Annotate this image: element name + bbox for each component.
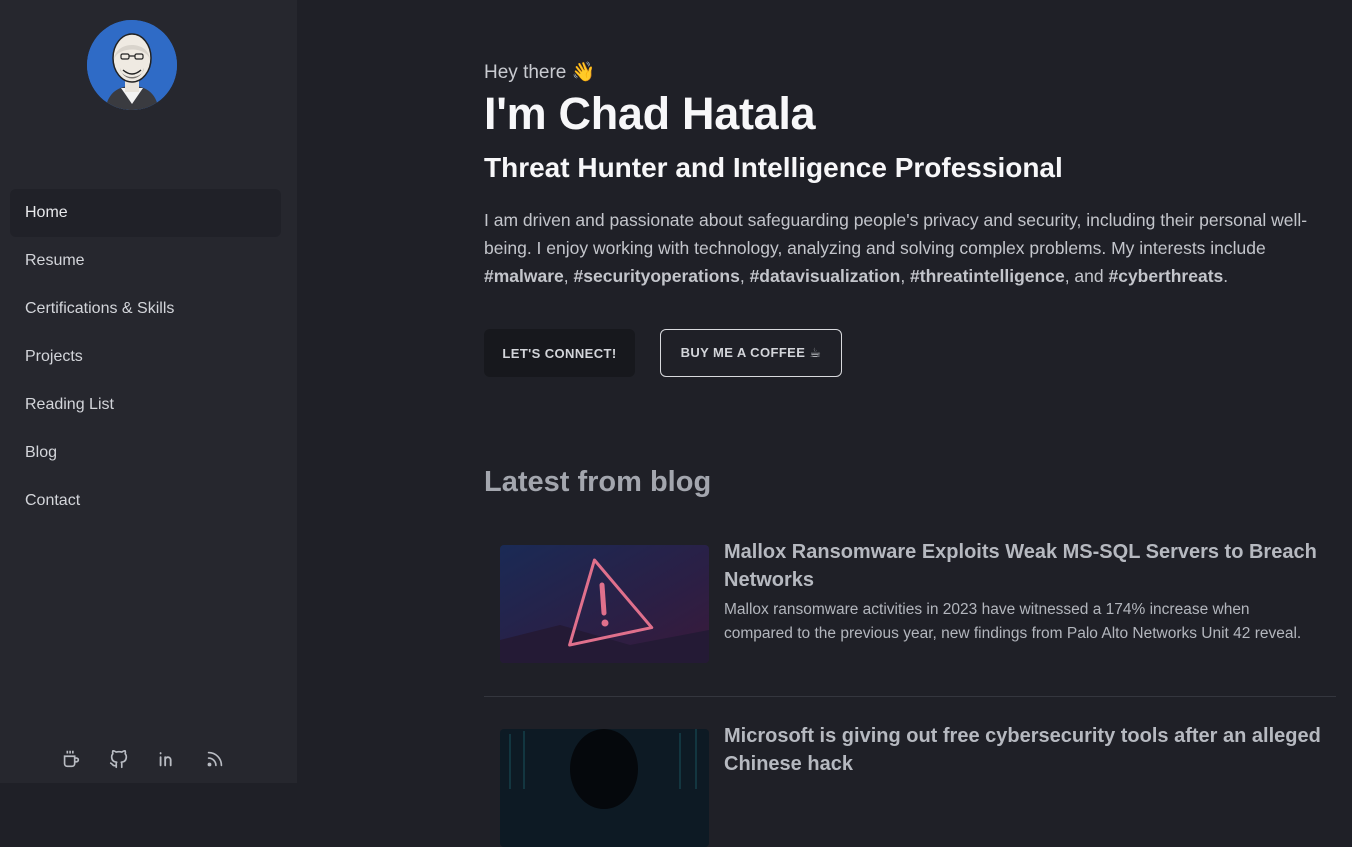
tag-datavisualization: #datavisualization bbox=[749, 266, 901, 286]
intro-paragraph: I am driven and passionate about safegua… bbox=[484, 210, 1308, 286]
github-icon[interactable] bbox=[108, 748, 130, 770]
page-title: I'm Chad Hatala bbox=[484, 88, 816, 139]
hacker-image bbox=[500, 729, 709, 847]
sidebar-item-reading-list[interactable]: Reading List bbox=[10, 381, 281, 429]
tag-threatintelligence: #threatintelligence bbox=[910, 266, 1065, 286]
tag-securityoperations: #securityoperations bbox=[573, 266, 740, 286]
rss-icon[interactable] bbox=[204, 748, 226, 770]
sidebar-item-blog[interactable]: Blog bbox=[10, 429, 281, 477]
blog-section-title: Latest from blog bbox=[484, 466, 712, 498]
lets-connect-button[interactable]: LET'S CONNECT! bbox=[484, 329, 635, 377]
greeting: Hey there 👋 bbox=[484, 62, 596, 83]
sidebar-item-home[interactable]: Home bbox=[10, 189, 281, 237]
post-title[interactable]: Microsoft is giving out free cybersecuri… bbox=[724, 722, 1324, 778]
sidebar-item-contact[interactable]: Contact bbox=[10, 477, 281, 525]
avatar-illustration bbox=[87, 20, 177, 110]
sidebar-item-projects[interactable]: Projects bbox=[10, 333, 281, 381]
buy-me-a-coffee-button[interactable]: BUY ME A COFFEE ☕ bbox=[660, 329, 842, 377]
avatar[interactable] bbox=[87, 20, 177, 110]
sidebar-nav: Home Resume Certifications & Skills Proj… bbox=[10, 189, 281, 525]
intro-text: I am driven and passionate about safegua… bbox=[484, 210, 1308, 258]
sidebar: Home Resume Certifications & Skills Proj… bbox=[0, 0, 297, 783]
post-title[interactable]: Mallox Ransomware Exploits Weak MS-SQL S… bbox=[724, 538, 1324, 594]
linkedin-icon[interactable] bbox=[156, 748, 178, 770]
social-links bbox=[60, 748, 226, 770]
post-description: Mallox ransomware activities in 2023 hav… bbox=[724, 601, 1302, 642]
subtitle-role: Threat Hunter and Intelligence Professio… bbox=[484, 152, 1063, 183]
tag-malware: #malware bbox=[484, 266, 564, 286]
sidebar-item-resume[interactable]: Resume bbox=[10, 237, 281, 285]
coffee-icon[interactable] bbox=[60, 748, 82, 770]
blog-post[interactable]: Microsoft is giving out free cybersecuri… bbox=[484, 720, 1336, 847]
tag-cyberthreats: #cyberthreats bbox=[1108, 266, 1224, 286]
warning-image bbox=[500, 545, 709, 663]
post-thumbnail[interactable] bbox=[500, 545, 709, 663]
blog-post[interactable]: Mallox Ransomware Exploits Weak MS-SQL S… bbox=[484, 536, 1336, 697]
post-thumbnail[interactable] bbox=[500, 729, 709, 847]
sidebar-item-certifications[interactable]: Certifications & Skills bbox=[10, 285, 281, 333]
